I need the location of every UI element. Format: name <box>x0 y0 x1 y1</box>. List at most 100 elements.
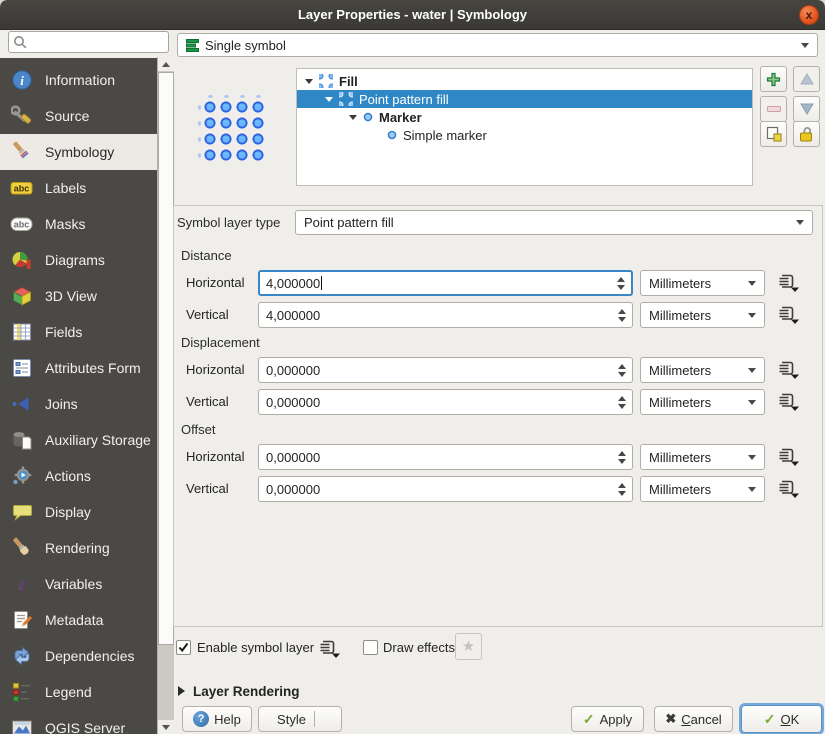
offset-horizontal-unit-combo[interactable]: Millimeters <box>640 444 765 470</box>
move-layer-up-button[interactable] <box>793 66 820 92</box>
tree-row-marker[interactable]: Marker <box>297 108 752 126</box>
displacement-horizontal-override-button[interactable] <box>772 358 804 382</box>
offset-vertical-input[interactable]: 0,000000 <box>258 476 633 502</box>
spinner-buttons[interactable] <box>616 358 628 382</box>
sidebar-item-display[interactable]: Display <box>0 494 157 530</box>
enable-symbol-layer-checkbox[interactable] <box>176 640 191 655</box>
distance-vertical-label: Vertical <box>186 302 229 328</box>
ok-button[interactable]: ✓ OK <box>741 705 822 733</box>
svg-text:i: i <box>20 73 24 88</box>
distance-vertical-unit-combo[interactable]: Millimeters <box>640 302 765 328</box>
remove-symbol-layer-button[interactable] <box>760 96 787 122</box>
pie-chart-icon <box>10 248 34 272</box>
spinner-buttons[interactable] <box>616 303 628 327</box>
distance-horizontal-input[interactable]: 4,000000 <box>258 270 633 296</box>
distance-group-label: Distance <box>181 243 232 269</box>
sidebar-item-labels[interactable]: abc Labels <box>0 170 157 206</box>
text-cursor <box>321 276 322 290</box>
scrollbar-thumb[interactable] <box>158 72 174 645</box>
sidebar-item-legend[interactable]: Legend <box>0 674 157 710</box>
spinner-buttons[interactable] <box>616 390 628 414</box>
gear-action-icon <box>10 464 34 488</box>
duplicate-symbol-layer-button[interactable] <box>760 121 787 147</box>
close-window-button[interactable]: x <box>799 5 819 25</box>
sidebar-item-attributes-form[interactable]: Attributes Form <box>0 350 157 386</box>
offset-horizontal-input[interactable]: 0,000000 <box>258 444 633 470</box>
layer-rendering-expander-icon[interactable] <box>178 686 185 696</box>
data-defined-override-icon <box>776 447 800 467</box>
displacement-vertical-unit-combo[interactable]: Millimeters <box>640 389 765 415</box>
displacement-horizontal-unit-combo[interactable]: Millimeters <box>640 357 765 383</box>
renderer-type-combo[interactable]: Single symbol <box>177 33 818 57</box>
sidebar-item-metadata[interactable]: Metadata <box>0 602 157 638</box>
chevron-down-icon <box>801 43 809 48</box>
distance-horizontal-override-button[interactable] <box>772 271 804 295</box>
tree-row-simple-marker[interactable]: Simple marker <box>297 126 752 144</box>
sidebar-item-3d-view[interactable]: 3D View <box>0 278 157 314</box>
offset-horizontal-label: Horizontal <box>186 444 245 470</box>
titlebar: Layer Properties - water | Symbology x <box>0 0 825 30</box>
lock-color-button[interactable] <box>793 121 820 147</box>
symbol-layer-properties-frame <box>173 205 823 627</box>
wrench-icon <box>10 104 34 128</box>
arrow-up-icon <box>800 73 814 85</box>
move-layer-down-button[interactable] <box>793 96 820 122</box>
distance-horizontal-label: Horizontal <box>186 270 245 296</box>
preview-edge-dot <box>256 95 261 98</box>
displacement-vertical-input[interactable]: 0,000000 <box>258 389 633 415</box>
tree-row-point-pattern-fill[interactable]: Point pattern fill <box>297 90 752 108</box>
sidebar-item-source[interactable]: Source <box>0 98 157 134</box>
sidebar-item-joins[interactable]: Joins <box>0 386 157 422</box>
apply-button[interactable]: ✓ Apply <box>571 706 644 732</box>
sidebar-item-actions[interactable]: Actions <box>0 458 157 494</box>
displacement-vertical-label: Vertical <box>186 389 229 415</box>
spin-down-icon <box>617 285 625 290</box>
sidebar-item-diagrams[interactable]: Diagrams <box>0 242 157 278</box>
check-icon: ✓ <box>764 711 776 728</box>
distance-vertical-override-button[interactable] <box>772 303 804 327</box>
tree-row-fill[interactable]: Fill <box>297 72 752 90</box>
sidebar-item-masks[interactable]: abc Masks <box>0 206 157 242</box>
spinner-buttons[interactable] <box>615 272 627 294</box>
settings-search-box[interactable] <box>8 31 169 53</box>
offset-horizontal-override-button[interactable] <box>772 445 804 469</box>
displacement-vertical-override-button[interactable] <box>772 390 804 414</box>
pattern-fill-icon <box>339 92 353 106</box>
enable-symbol-layer-override-button[interactable] <box>313 637 345 661</box>
offset-vertical-unit-combo[interactable]: Millimeters <box>640 476 765 502</box>
sidebar-scrollbar[interactable] <box>157 57 174 734</box>
expander-icon[interactable] <box>305 79 313 84</box>
symbol-layer-tree: Fill Point pattern fill Marker Simple ma… <box>296 68 753 186</box>
cancel-button[interactable]: ✖ Cancel <box>654 706 733 732</box>
sidebar-item-qgis-server[interactable]: QGIS Server <box>0 710 157 734</box>
add-symbol-layer-button[interactable] <box>760 66 787 92</box>
sidebar-item-auxiliary-storage[interactable]: Auxiliary Storage <box>0 422 157 458</box>
spinner-buttons[interactable] <box>616 445 628 469</box>
sidebar-item-fields[interactable]: Fields <box>0 314 157 350</box>
help-button[interactable]: ? Help <box>182 706 252 732</box>
offset-vertical-override-button[interactable] <box>772 477 804 501</box>
sidebar-item-symbology[interactable]: Symbology <box>0 134 157 170</box>
data-defined-override-icon <box>776 273 800 293</box>
draw-effects-checkbox[interactable] <box>363 640 378 655</box>
chevron-down-icon <box>748 455 756 460</box>
scrollbar-up-button[interactable] <box>158 57 174 71</box>
distance-vertical-input[interactable]: 4,000000 <box>258 302 633 328</box>
sidebar-item-rendering[interactable]: Rendering <box>0 530 157 566</box>
expander-icon[interactable] <box>325 97 333 102</box>
chevron-down-icon <box>796 220 804 225</box>
customize-effects-button[interactable]: ★ <box>455 633 482 660</box>
scrollbar-down-button[interactable] <box>158 720 174 734</box>
displacement-horizontal-input[interactable]: 0,000000 <box>258 357 633 383</box>
sidebar-item-variables[interactable]: ε Variables <box>0 566 157 602</box>
symbol-layer-type-combo[interactable]: Point pattern fill <box>295 210 813 235</box>
layer-rendering-header[interactable]: Layer Rendering <box>193 684 300 699</box>
search-input[interactable] <box>27 35 168 49</box>
style-button[interactable]: Style <box>258 706 342 732</box>
distance-horizontal-unit-combo[interactable]: Millimeters <box>640 270 765 296</box>
spinner-buttons[interactable] <box>616 477 628 501</box>
sidebar-item-dependencies[interactable]: Dependencies <box>0 638 157 674</box>
expander-icon[interactable] <box>349 115 357 120</box>
sidebar-item-information[interactable]: i Information <box>0 62 157 98</box>
layer-properties-dialog: Layer Properties - water | Symbology x S… <box>0 0 825 734</box>
